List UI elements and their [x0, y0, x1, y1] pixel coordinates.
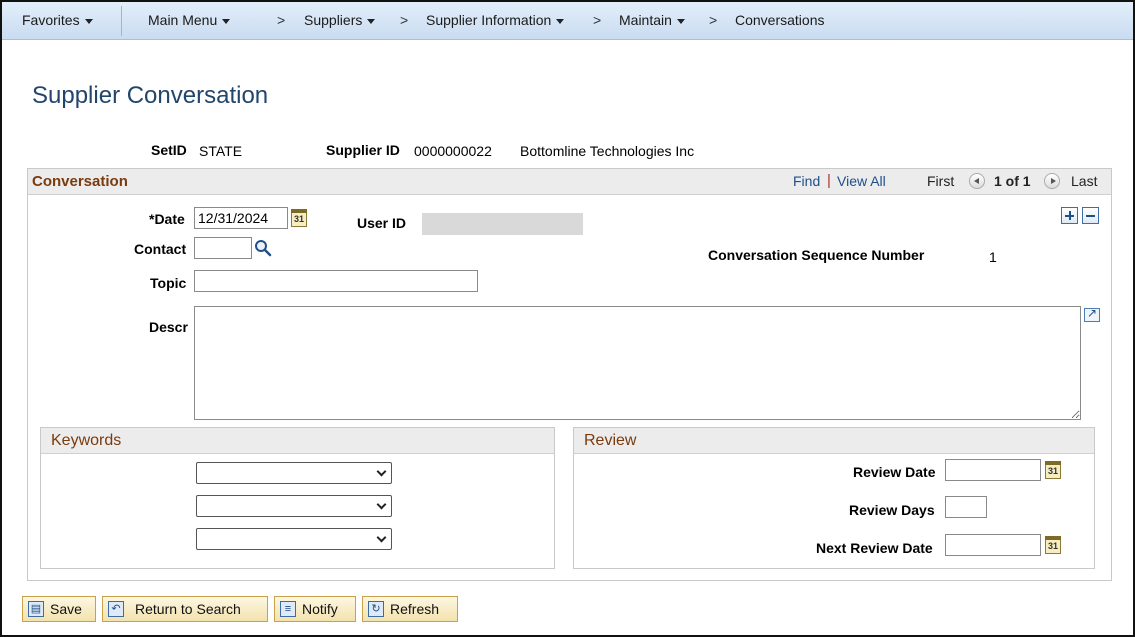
review-days-field[interactable] — [945, 496, 987, 518]
sequence-number-value: 1 — [989, 249, 997, 265]
contact-field[interactable] — [194, 237, 252, 259]
breadcrumb-separator: > — [277, 12, 286, 28]
save-button-label: Save — [50, 601, 82, 617]
caret-down-icon — [84, 18, 93, 24]
nav-conversations[interactable]: Conversations — [735, 12, 825, 28]
find-link[interactable]: Find — [793, 173, 820, 189]
supplier-id-label: Supplier ID — [326, 142, 400, 158]
review-date-field[interactable] — [945, 459, 1041, 481]
review-title: Review — [584, 432, 637, 449]
nav-suppliers[interactable]: Suppliers — [304, 12, 376, 28]
conversation-title: Conversation — [32, 173, 128, 190]
supplier-name: Bottomline Technologies Inc — [520, 143, 695, 159]
date-field[interactable] — [194, 207, 288, 229]
expand-icon[interactable] — [1084, 306, 1100, 322]
keyword-select-3[interactable] — [196, 528, 392, 550]
last-link[interactable]: Last — [1071, 173, 1097, 189]
notify-icon: ≡ — [280, 601, 296, 617]
nav-suppliers-label: Suppliers — [304, 12, 363, 28]
user-id-label: User ID — [357, 215, 407, 231]
delete-row-icon[interactable] — [1082, 207, 1099, 224]
nav-divider — [121, 6, 122, 36]
keywords-header: Keywords — [41, 428, 554, 454]
chevron-down-icon — [376, 499, 387, 510]
review-section: Review Review Date 31 Review Days Next R… — [573, 427, 1095, 569]
return-search-icon: ↶ — [108, 601, 124, 617]
nav-bar: Favorites Main Menu > Suppliers > Suppli… — [2, 2, 1133, 40]
nav-maintain-label: Maintain — [619, 12, 672, 28]
review-header: Review — [574, 428, 1094, 454]
view-all-link[interactable]: View All — [837, 173, 886, 189]
date-label: *Date — [149, 211, 185, 227]
notify-label: Notify — [302, 601, 338, 617]
refresh-button[interactable]: ↻ Refresh — [362, 596, 458, 622]
sequence-number-label: Conversation Sequence Number — [708, 247, 925, 263]
user-id-value — [422, 213, 583, 235]
add-row-icon[interactable] — [1061, 207, 1078, 224]
conversation-section: Conversation Find | View All First 1 of … — [27, 168, 1112, 581]
breadcrumb-separator: > — [593, 12, 602, 28]
return-to-search-label: Return to Search — [135, 601, 241, 617]
descr-label: Descr — [149, 319, 188, 335]
review-date-label: Review Date — [853, 464, 936, 480]
nav-supplier-information-label: Supplier Information — [426, 12, 552, 28]
next-icon[interactable] — [1044, 173, 1060, 189]
calendar-icon[interactable]: 31 — [1045, 536, 1061, 554]
breadcrumb-separator: > — [709, 12, 718, 28]
refresh-icon: ↻ — [368, 601, 384, 617]
conversation-header: Conversation Find | View All First 1 of … — [28, 169, 1111, 195]
nav-favorites-label: Favorites — [22, 12, 80, 28]
caret-down-icon — [556, 18, 565, 24]
caret-down-icon — [676, 18, 685, 24]
caret-down-icon — [367, 18, 376, 24]
first-link[interactable]: First — [927, 173, 954, 189]
search-icon[interactable] — [254, 239, 272, 257]
keyword-select-1[interactable] — [196, 462, 392, 484]
next-review-date-field[interactable] — [945, 534, 1041, 556]
notify-button[interactable]: ≡ Notify — [274, 596, 356, 622]
nav-favorites[interactable]: Favorites — [22, 12, 93, 28]
save-icon: ▤ — [28, 601, 44, 617]
refresh-label: Refresh — [390, 601, 440, 617]
page-indicator: 1 of 1 — [994, 173, 1031, 189]
topic-field[interactable] — [194, 270, 478, 292]
supplier-id-value: 0000000022 — [414, 143, 492, 159]
nav-main-menu-label: Main Menu — [148, 12, 218, 28]
setid-value: STATE — [199, 143, 243, 159]
next-review-date-label: Next Review Date — [816, 540, 933, 556]
chevron-down-icon — [376, 466, 387, 477]
save-button[interactable]: ▤ Save — [22, 596, 96, 622]
setid-label: SetID — [151, 142, 187, 158]
nav-maintain[interactable]: Maintain — [619, 12, 685, 28]
review-days-label: Review Days — [849, 502, 935, 518]
keywords-title: Keywords — [51, 432, 122, 449]
topic-label: Topic — [150, 275, 187, 291]
keyword-select-2[interactable] — [196, 495, 392, 517]
calendar-icon[interactable]: 31 — [291, 209, 307, 227]
contact-label: Contact — [134, 241, 187, 257]
link-divider: | — [827, 172, 831, 189]
calendar-icon[interactable]: 31 — [1045, 461, 1061, 479]
return-to-search-button[interactable]: ↶ Return to Search — [102, 596, 268, 622]
nav-main-menu[interactable]: Main Menu — [148, 12, 231, 28]
caret-down-icon — [222, 18, 231, 24]
chevron-down-icon — [376, 532, 387, 543]
page-title: Supplier Conversation — [32, 82, 269, 109]
previous-icon[interactable] — [969, 173, 985, 189]
nav-supplier-information[interactable]: Supplier Information — [426, 12, 565, 28]
keywords-section: Keywords — [40, 427, 555, 569]
breadcrumb-separator: > — [400, 12, 409, 28]
description-textarea[interactable] — [194, 306, 1081, 420]
